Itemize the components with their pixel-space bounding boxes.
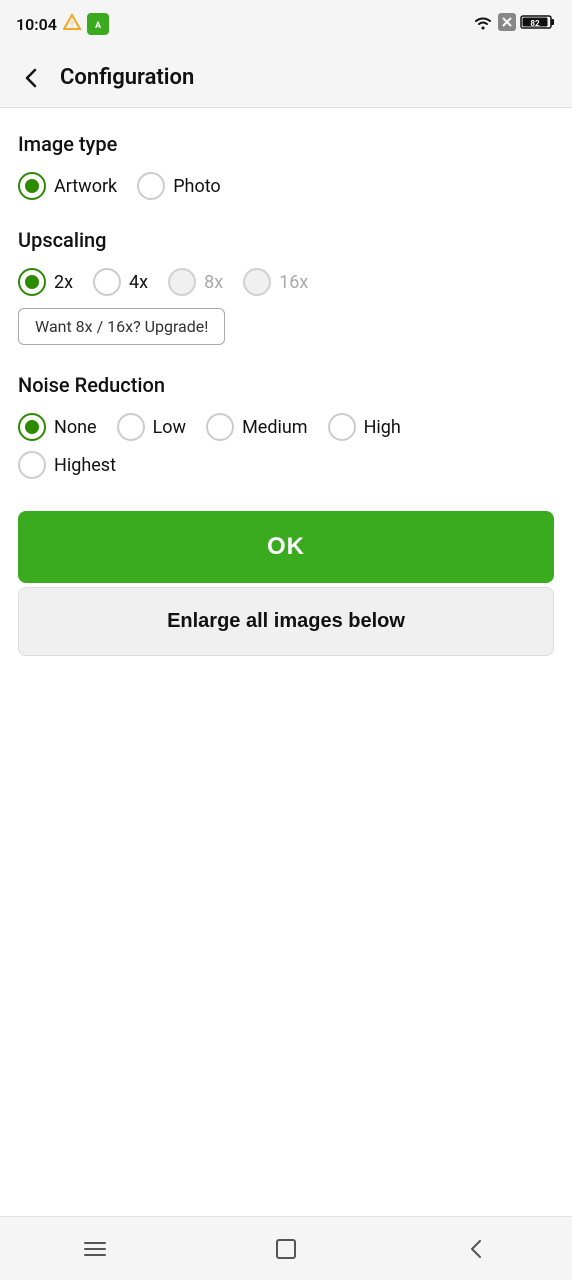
status-bar: 10:04 ! A (0, 0, 572, 48)
photo-radio[interactable] (137, 172, 165, 200)
warning-icon: ! (63, 13, 81, 35)
noise-medium[interactable]: Medium (206, 413, 308, 441)
wifi-icon (472, 13, 494, 35)
back-button[interactable] (16, 62, 48, 94)
image-type-options: Artwork Photo (18, 172, 554, 200)
nav-bar (0, 1216, 572, 1280)
enlarge-button[interactable]: Enlarge all images below (18, 587, 554, 656)
image-type-photo[interactable]: Photo (137, 172, 221, 200)
image-type-title: Image type (18, 132, 554, 156)
battery-icon: 82 (520, 13, 556, 35)
header: Configuration (0, 48, 572, 108)
nav-back-button[interactable] (447, 1227, 507, 1271)
label-highest: Highest (54, 455, 116, 476)
label-medium: Medium (242, 417, 308, 438)
noise-reduction-section: Noise Reduction None Low Medium High (18, 373, 554, 479)
label-4x: 4x (129, 272, 148, 293)
image-type-artwork[interactable]: Artwork (18, 172, 117, 200)
noise-reduction-title: Noise Reduction (18, 373, 554, 397)
radio-16x[interactable] (243, 268, 271, 296)
radio-high[interactable] (328, 413, 356, 441)
nav-home-button[interactable] (256, 1227, 316, 1271)
artwork-radio[interactable] (18, 172, 46, 200)
label-none: None (54, 417, 97, 438)
ok-button[interactable]: OK (18, 511, 554, 583)
upgrade-button[interactable]: Want 8x / 16x? Upgrade! (18, 308, 225, 345)
artwork-label: Artwork (54, 176, 117, 197)
noise-high[interactable]: High (328, 413, 401, 441)
noise-highest[interactable]: Highest (18, 451, 116, 479)
noise-low[interactable]: Low (117, 413, 187, 441)
upscaling-4x[interactable]: 4x (93, 268, 148, 296)
label-16x: 16x (279, 272, 308, 293)
upscaling-section: Upscaling 2x 4x 8x 16x Want 8x / 1 (18, 228, 554, 345)
main-content: Image type Artwork Photo Upscaling 2x (0, 108, 572, 1280)
svg-text:A: A (95, 21, 102, 31)
upscaling-options: 2x 4x 8x 16x (18, 268, 554, 296)
svg-text:!: ! (71, 20, 73, 29)
radio-low[interactable] (117, 413, 145, 441)
app-badge-icon: A (87, 13, 109, 35)
radio-4x[interactable] (93, 268, 121, 296)
radio-8x[interactable] (168, 268, 196, 296)
label-8x: 8x (204, 272, 223, 293)
upscaling-16x[interactable]: 16x (243, 268, 308, 296)
upscaling-title: Upscaling (18, 228, 554, 252)
label-2x: 2x (54, 272, 73, 293)
label-high: High (364, 417, 401, 438)
noise-reduction-row1: None Low Medium High (18, 413, 554, 441)
signal-x-icon (498, 13, 516, 35)
nav-menu-button[interactable] (65, 1227, 125, 1271)
status-time: 10:04 (16, 15, 57, 34)
noise-none[interactable]: None (18, 413, 97, 441)
noise-reduction-row2: Highest (18, 451, 554, 479)
radio-2x[interactable] (18, 268, 46, 296)
photo-label: Photo (173, 176, 221, 197)
radio-medium[interactable] (206, 413, 234, 441)
page-title: Configuration (60, 65, 194, 90)
upscaling-2x[interactable]: 2x (18, 268, 73, 296)
radio-none[interactable] (18, 413, 46, 441)
upscaling-8x[interactable]: 8x (168, 268, 223, 296)
status-bar-left: 10:04 ! A (16, 13, 109, 35)
image-type-section: Image type Artwork Photo (18, 132, 554, 200)
label-low: Low (153, 417, 187, 438)
status-bar-right: 82 (472, 13, 556, 35)
radio-highest[interactable] (18, 451, 46, 479)
buttons-section: OK Enlarge all images below (18, 511, 554, 656)
svg-text:82: 82 (530, 19, 540, 28)
